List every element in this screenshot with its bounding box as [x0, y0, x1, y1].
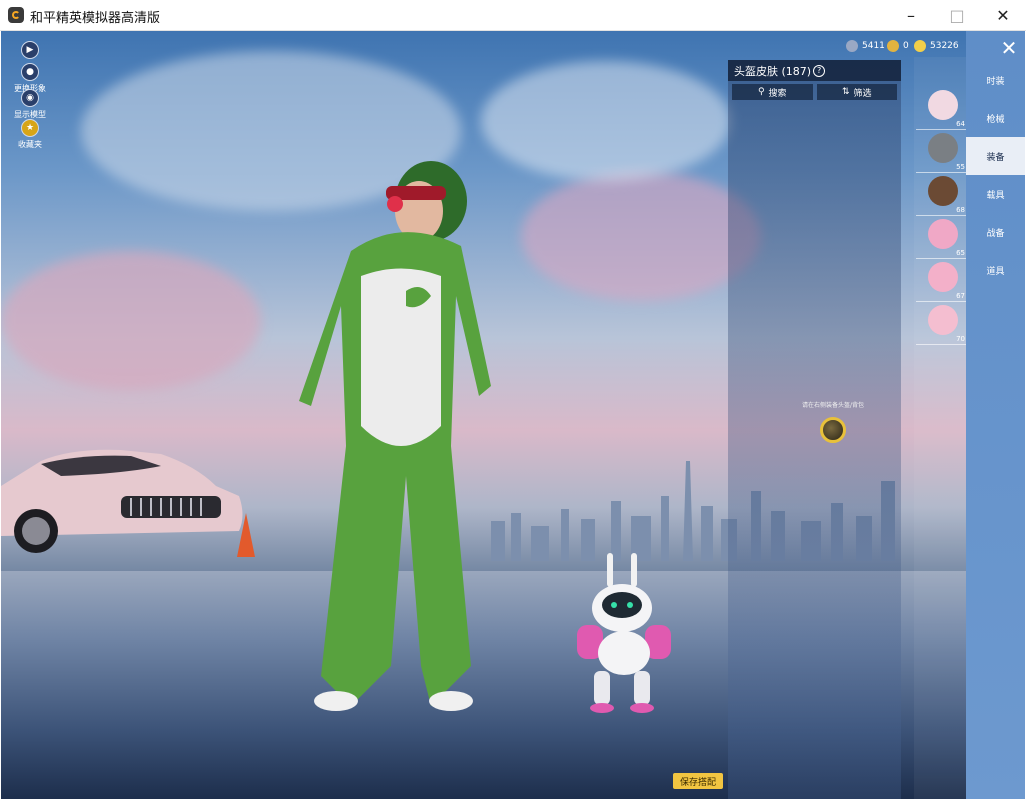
- equip-hint-text: 请在右侧装备头盔/背包: [801, 402, 865, 409]
- player-character: [299, 161, 491, 711]
- pink-pig-helmet-icon: [928, 305, 958, 335]
- person-icon: ●: [21, 63, 39, 81]
- tab-weapons[interactable]: 枪械: [966, 99, 1025, 137]
- item-count: 55: [956, 163, 965, 171]
- filter-icon: ⇅: [841, 87, 850, 97]
- helmet-skin-panel: 头盔皮肤 (187) ? ⚲ 搜索 ⇅ 筛选 请在右侧装备头盔/背包: [728, 60, 901, 799]
- item-count: 65: [956, 249, 965, 257]
- item-count: 68: [956, 206, 965, 214]
- item-pink-pig-helmet[interactable]: 70: [916, 302, 966, 345]
- item-count: 70: [956, 335, 965, 343]
- cloud: [1, 251, 261, 391]
- rabbit-helmet-icon: [928, 90, 958, 120]
- gem-icon: [846, 40, 858, 52]
- item-rabbit-helmet[interactable]: 64: [916, 87, 966, 130]
- close-window-button[interactable]: ✕: [980, 0, 1026, 31]
- favorites-label: 收藏夹: [18, 140, 42, 149]
- item-pink-bear-helmet[interactable]: 65: [916, 216, 966, 259]
- play-icon: ▶: [21, 41, 39, 59]
- category-tab-bar: ✕ 时装 枪械 装备 载具 战备 道具: [966, 31, 1025, 799]
- equip-hint: 请在右侧装备头盔/背包: [788, 400, 878, 443]
- medals-value: 0: [903, 41, 909, 51]
- currency-coins: 53226: [914, 37, 959, 55]
- coins-value: 53226: [930, 41, 959, 51]
- game-scene: ▶ ● 更换形象 ◉ 显示模型 ★ 收藏夹 5411 0 53226 头盔皮肤 …: [1, 31, 1025, 799]
- item-military-helmet[interactable]: 55: [916, 130, 966, 173]
- window-title: 和平精英模拟器高清版: [30, 11, 161, 26]
- maximize-button[interactable]: □: [934, 0, 980, 31]
- robot-pet: [577, 553, 671, 713]
- tab-vehicles[interactable]: 载具: [966, 175, 1025, 213]
- filter-button[interactable]: ⇅ 筛选: [816, 84, 897, 100]
- minimize-button[interactable]: –: [888, 0, 934, 31]
- eye-icon: ◉: [21, 89, 39, 107]
- medal-icon: [887, 40, 899, 52]
- pink-bear-helmet-2-icon: [928, 262, 958, 292]
- coin-icon: [914, 40, 926, 52]
- tab-combat-gear[interactable]: 战备: [966, 213, 1025, 251]
- star-icon: ★: [21, 119, 39, 137]
- military-helmet-icon: [928, 133, 958, 163]
- tab-fashion[interactable]: 时装: [966, 61, 1025, 99]
- item-brown-helmet[interactable]: 68: [916, 173, 966, 216]
- show-model-button[interactable]: ◉ 显示模型: [9, 89, 51, 120]
- save-outfit-button[interactable]: 保存搭配: [673, 773, 723, 789]
- traffic-cone: [237, 513, 255, 557]
- search-row: ⚲ 搜索 ⇅ 筛选: [728, 81, 901, 103]
- sports-car: [1, 449, 243, 553]
- pink-bear-helmet-icon: [928, 219, 958, 249]
- search-label: 搜索: [768, 88, 787, 99]
- cloud: [481, 61, 731, 181]
- help-icon[interactable]: ?: [813, 64, 826, 77]
- item-count: 64: [956, 120, 965, 128]
- equipped-preview-icon[interactable]: [820, 417, 846, 443]
- tab-props[interactable]: 道具: [966, 251, 1025, 289]
- brown-helmet-icon: [928, 176, 958, 206]
- filter-label: 筛选: [853, 88, 872, 99]
- search-icon: ⚲: [757, 87, 765, 97]
- window-titlebar: 和平精英模拟器高清版 – □ ✕: [0, 0, 1026, 31]
- cloud: [521, 171, 761, 301]
- panel-header: 头盔皮肤 (187) ?: [728, 60, 901, 81]
- search-button[interactable]: ⚲ 搜索: [732, 84, 813, 100]
- gems-value: 5411: [862, 41, 885, 51]
- item-count: 67: [956, 292, 965, 300]
- item-pink-bear-helmet-2[interactable]: 67: [916, 259, 966, 302]
- item-list: 64 55 68 65 67 70: [914, 57, 966, 799]
- tab-equipment[interactable]: 装备: [966, 137, 1025, 175]
- close-icon[interactable]: ✕: [998, 36, 1020, 60]
- app-logo-icon: [8, 7, 24, 23]
- panel-title: 头盔皮肤 (187): [734, 64, 812, 78]
- favorites-button[interactable]: ★ 收藏夹: [9, 119, 51, 150]
- currency-medals: 0: [887, 37, 909, 55]
- play-button[interactable]: ▶: [9, 41, 51, 61]
- currency-gems: 5411: [846, 37, 885, 55]
